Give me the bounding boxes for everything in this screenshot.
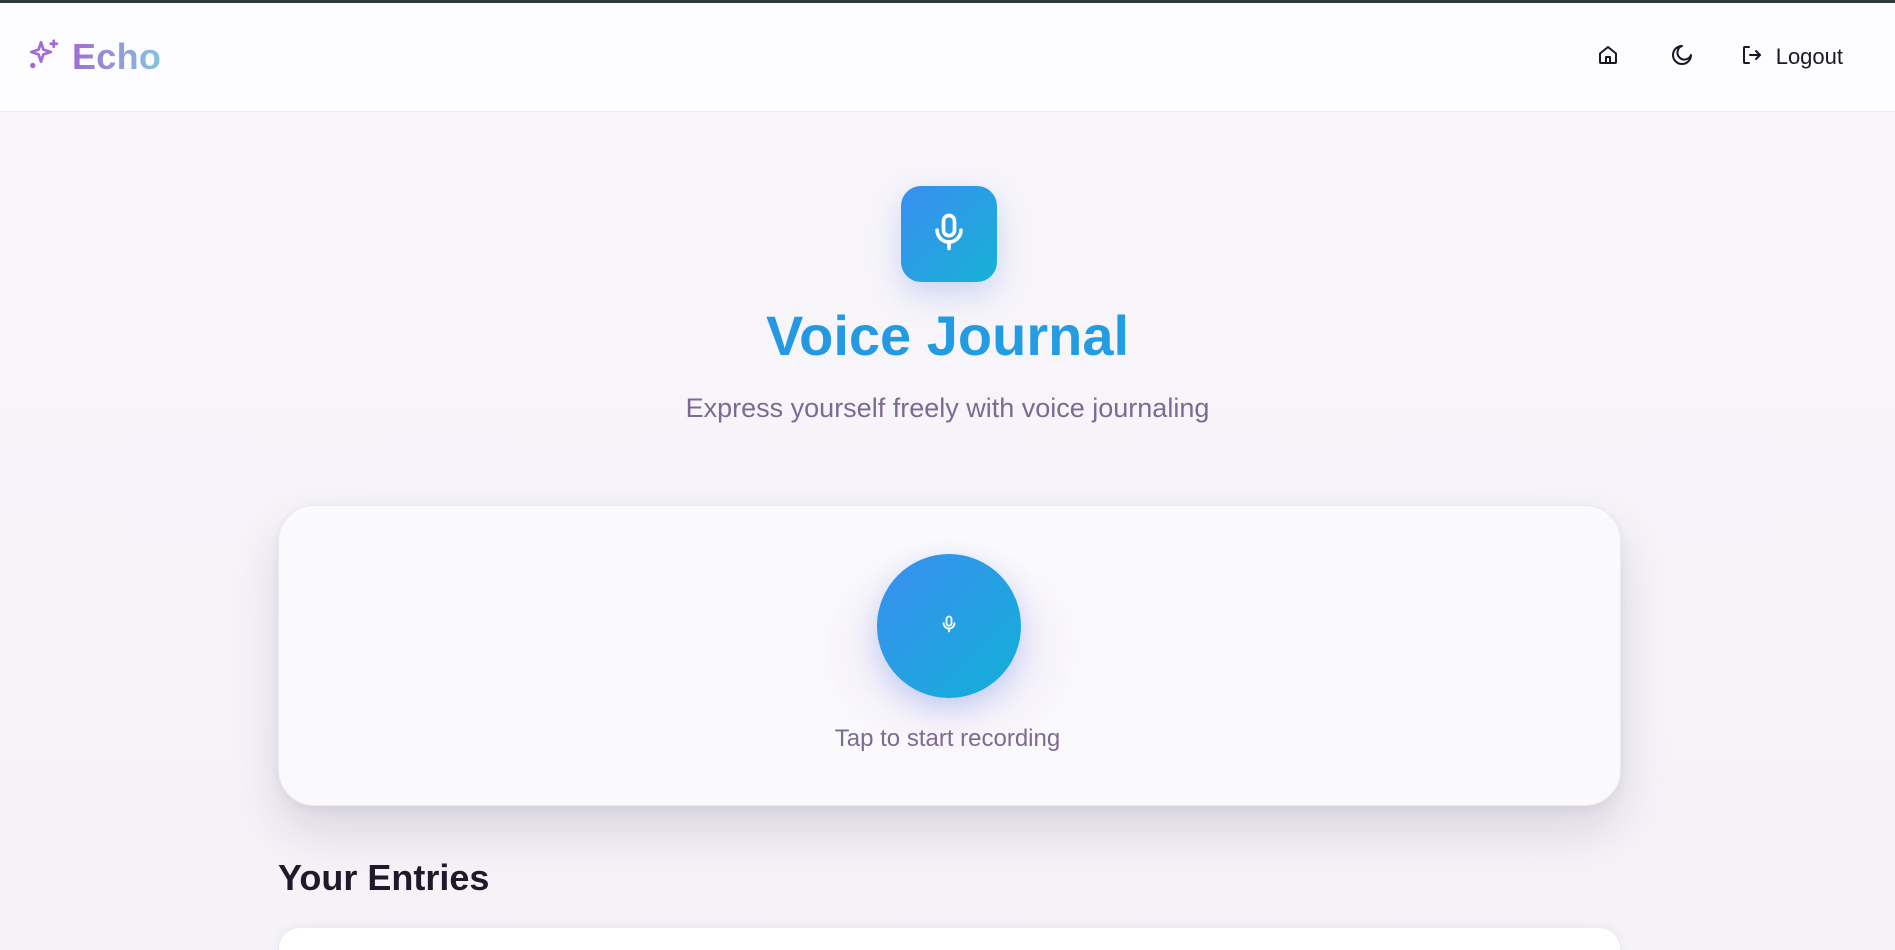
sparkles-icon: [26, 37, 62, 78]
moon-icon: [1670, 43, 1694, 72]
logout-button[interactable]: Logout: [1734, 35, 1849, 79]
microphone-icon: [939, 614, 959, 639]
hero-microphone-badge: [901, 186, 997, 282]
home-button[interactable]: [1586, 35, 1630, 79]
record-button[interactable]: [877, 554, 1021, 698]
theme-toggle-button[interactable]: [1660, 35, 1704, 79]
header-nav: Logout: [1586, 35, 1869, 79]
record-hint: Tap to start recording: [834, 725, 1061, 752]
logout-label: Logout: [1775, 44, 1843, 69]
brand-logo-link[interactable]: Echo: [26, 36, 161, 78]
top-navbar: Echo Logout: [0, 3, 1895, 112]
entry-card[interactable]: [278, 927, 1621, 950]
page-title: Voice Journal: [0, 303, 1895, 368]
brand-name: Echo: [72, 36, 162, 77]
home-icon: [1596, 43, 1620, 72]
app-window: Echo Logout Voice Journal Express yourse…: [0, 0, 1895, 950]
entries-heading: Your Entries: [278, 857, 490, 898]
logout-icon: [1740, 43, 1764, 72]
microphone-icon: [927, 210, 971, 259]
page-subtitle: Express yourself freely with voice journ…: [685, 393, 1210, 423]
